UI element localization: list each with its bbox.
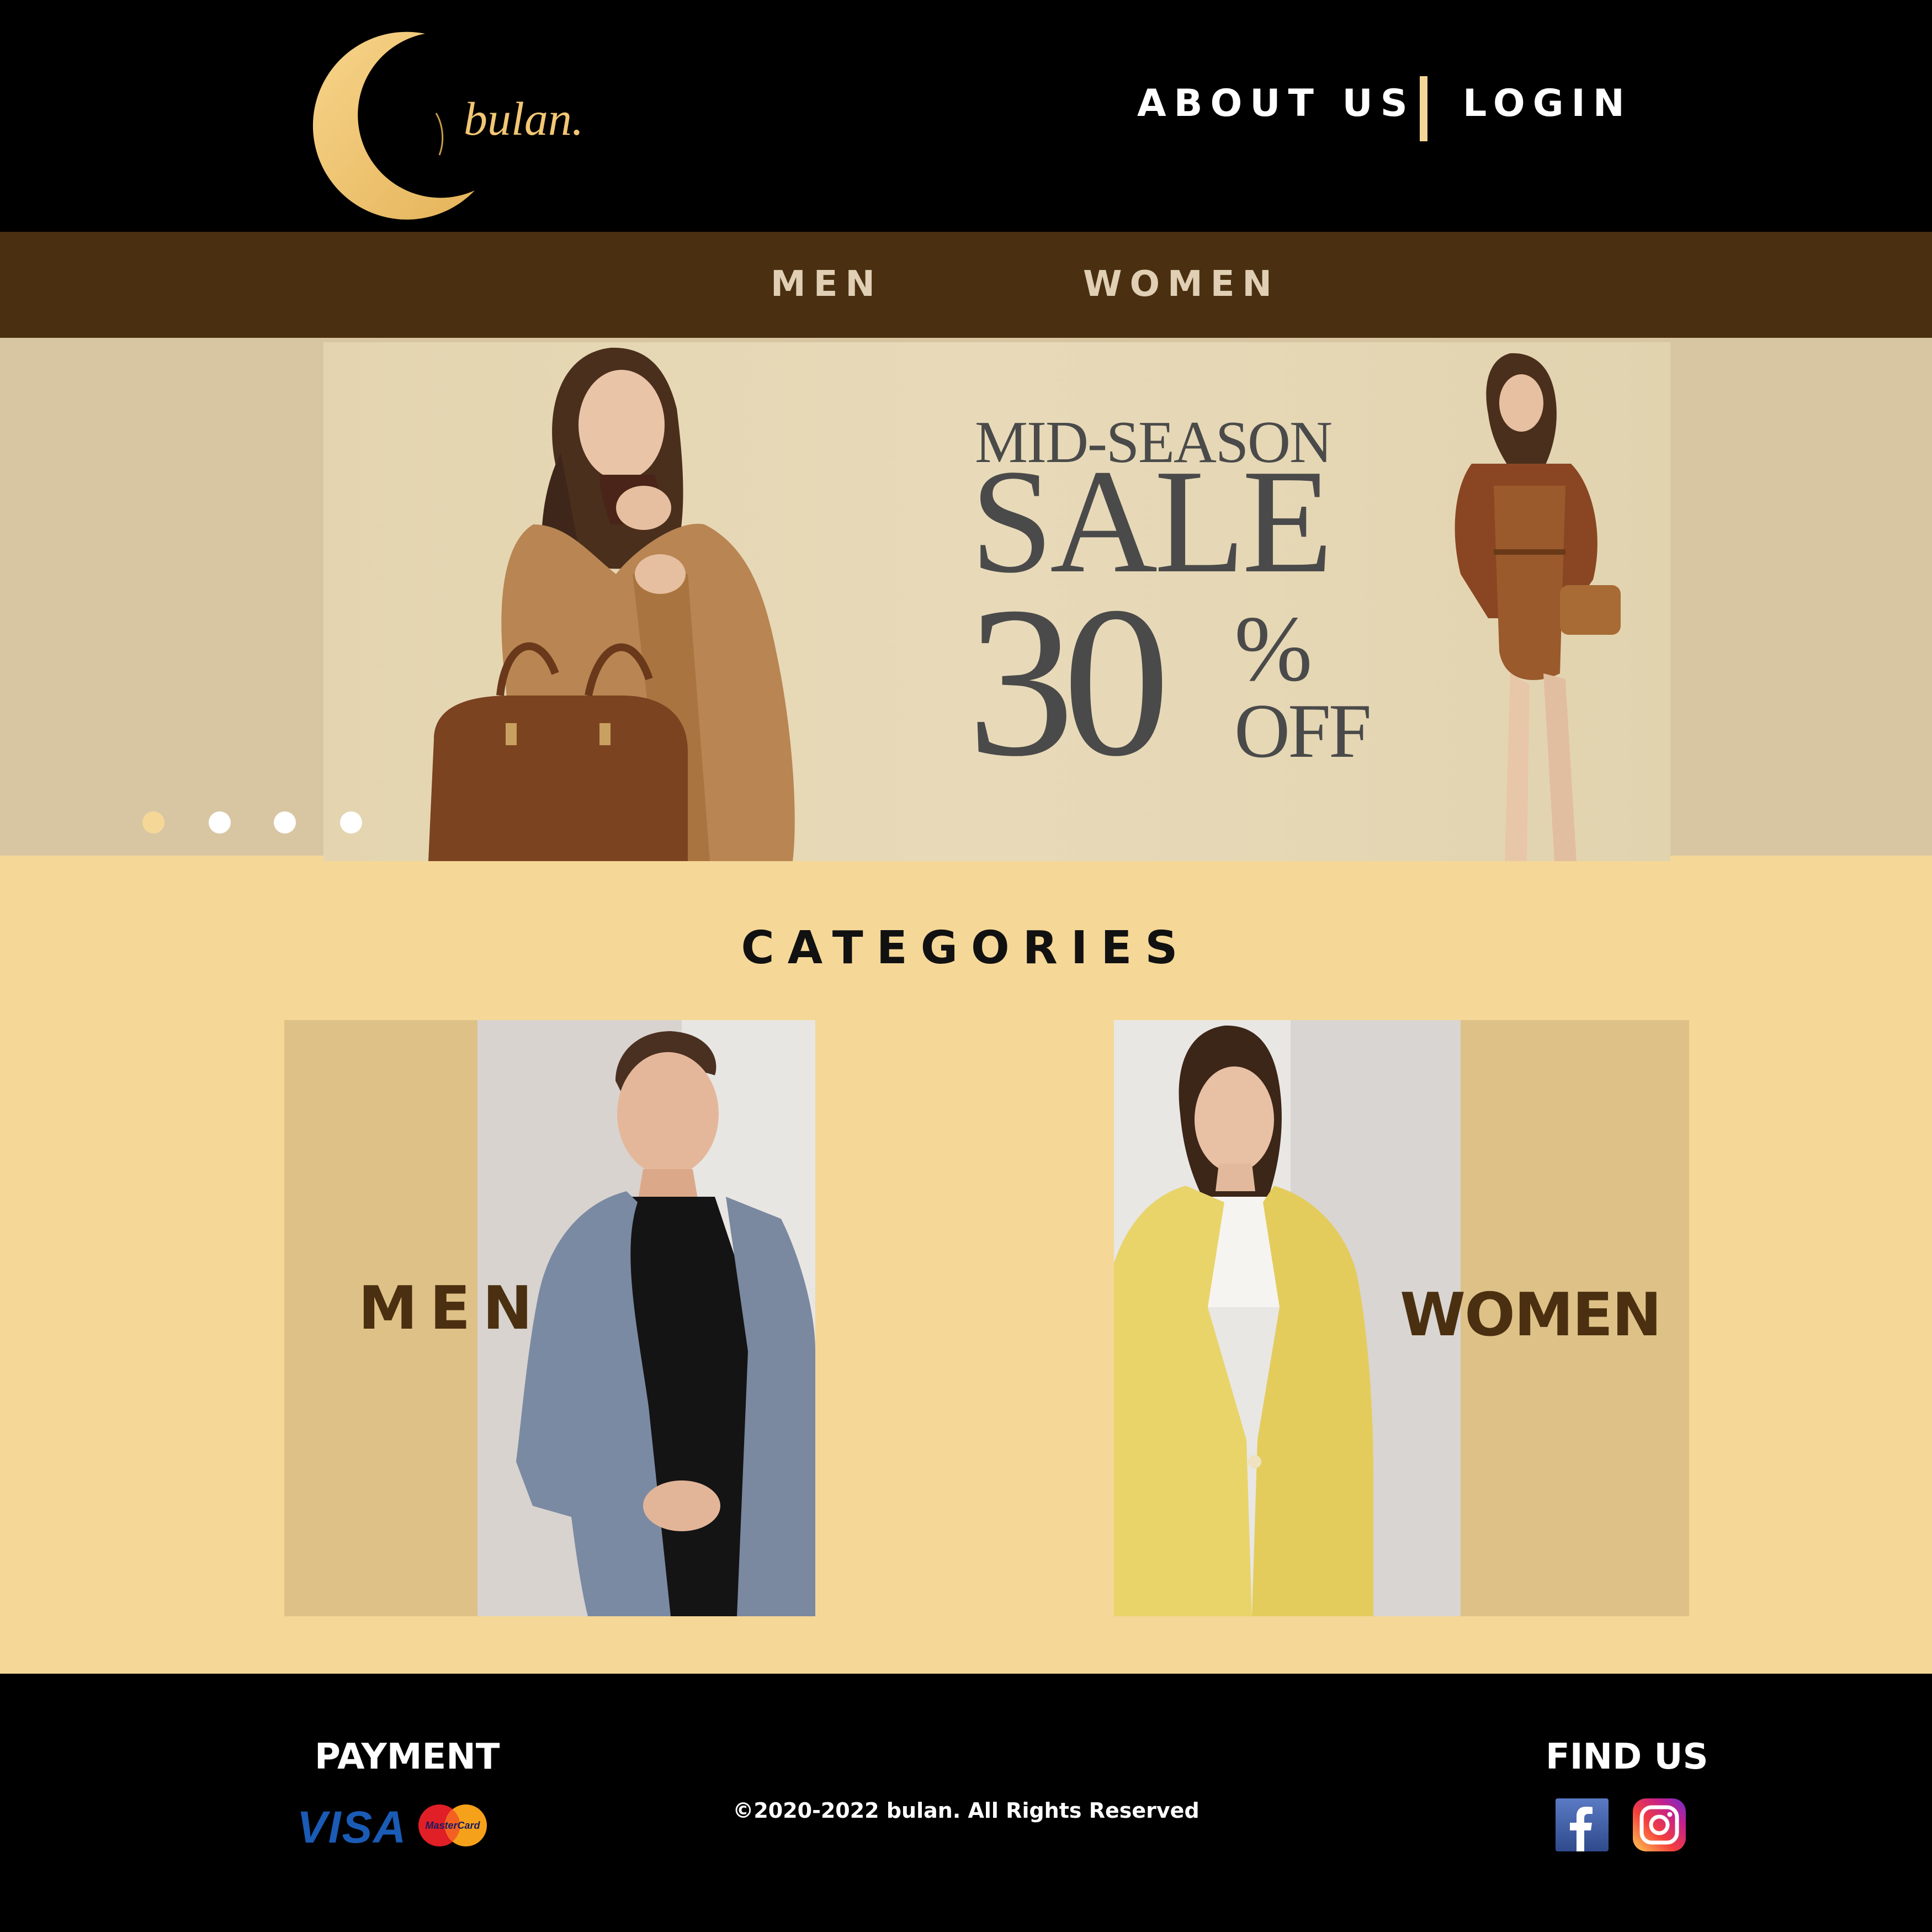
category-navbar: MEN WOMEN <box>0 232 1932 338</box>
login-link[interactable]: LOGIN <box>1463 82 1632 125</box>
moon-logo-icon <box>312 31 475 220</box>
hero-carousel: MID-SEASON SALE 30 % OFF <box>0 338 1932 861</box>
categories-heading: CATEGORIES <box>741 922 1191 974</box>
carousel-dot-4[interactable] <box>340 811 362 834</box>
payment-heading: PAYMENT <box>315 1737 500 1777</box>
women-category-card[interactable]: WOMEN <box>1114 1020 1689 1616</box>
find-us-heading: FIND US <box>1546 1737 1708 1777</box>
sale-banner[interactable]: MID-SEASON SALE 30 % OFF <box>323 342 1670 861</box>
nav-women-link[interactable]: WOMEN <box>1083 264 1280 305</box>
promo-off-text: OFF <box>1234 688 1372 774</box>
carousel-dot-2[interactable] <box>209 811 231 834</box>
brand-logo[interactable]: bulan. <box>298 30 607 229</box>
about-us-link[interactable]: ABOUT US <box>1137 82 1415 125</box>
women-category-label: WOMEN <box>1400 1281 1662 1350</box>
men-category-label: MEN <box>358 1274 545 1343</box>
site-footer: PAYMENT VISA MasterCard ©2020-2022 bulan… <box>0 1674 1932 1932</box>
promo-percent: 30 <box>967 562 1170 801</box>
facebook-icon[interactable] <box>1556 1798 1609 1851</box>
brand-name: bulan. <box>464 92 584 145</box>
nav-divider <box>1420 76 1427 141</box>
instagram-icon[interactable] <box>1633 1798 1686 1851</box>
promo-percent-sign: % <box>1234 597 1313 700</box>
men-category-card[interactable]: MEN <box>284 1020 815 1616</box>
site-header: bulan. ABOUT US LOGIN <box>0 0 1932 232</box>
carousel-dot-1[interactable] <box>142 811 164 834</box>
nav-men-link[interactable]: MEN <box>771 264 883 305</box>
carousel-dot-3[interactable] <box>274 811 296 834</box>
